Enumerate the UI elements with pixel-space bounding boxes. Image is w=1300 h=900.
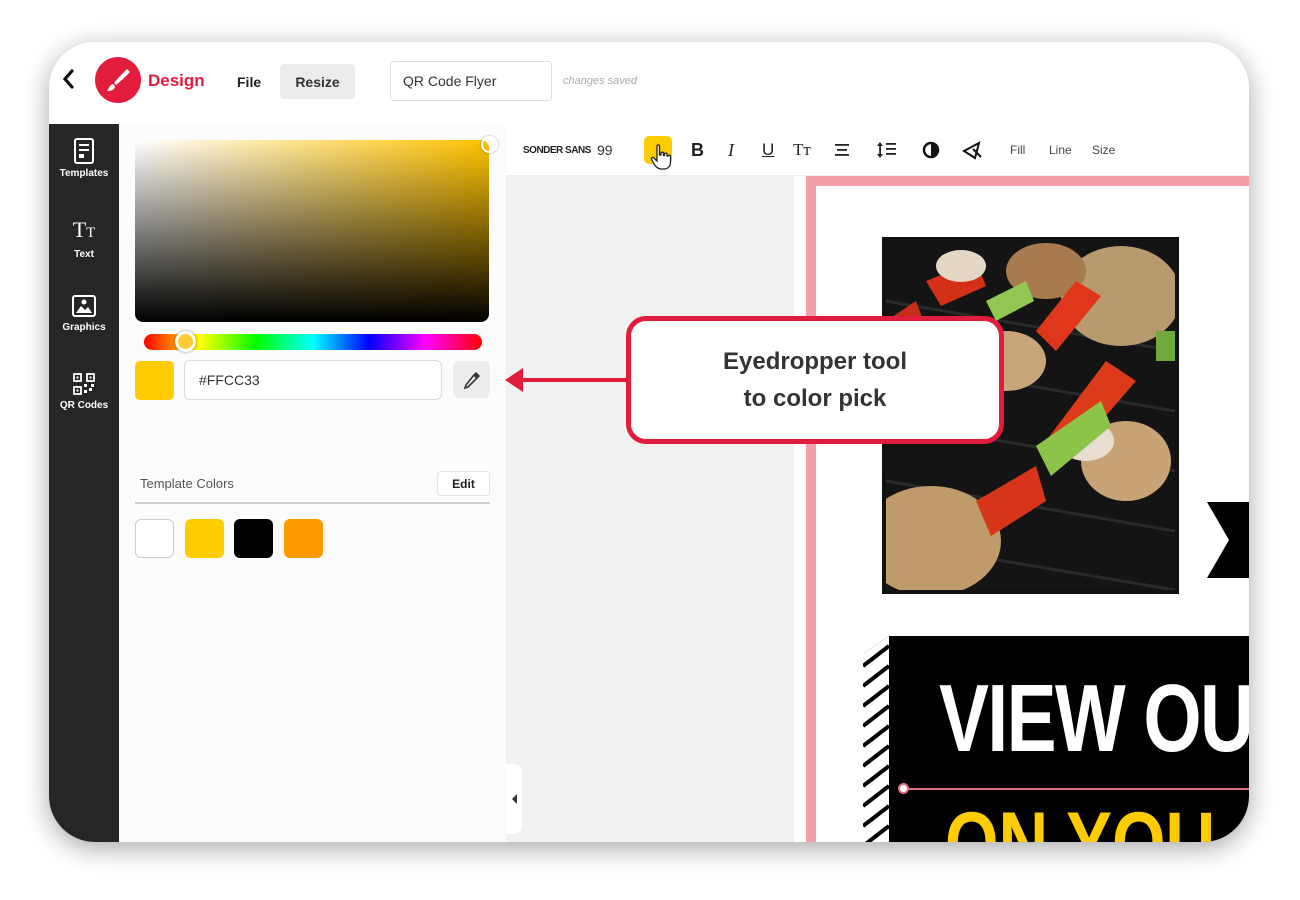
font-family-select[interactable]: SONDER SANS — [523, 124, 591, 176]
template-color-swatch-black[interactable] — [234, 519, 273, 558]
selection-handle[interactable] — [898, 783, 909, 794]
sidebar-item-label: Graphics — [62, 322, 106, 333]
template-color-swatch-orange[interactable] — [284, 519, 323, 558]
template-colors-title: Template Colors — [140, 476, 234, 491]
sidebar: Templates TT Text Graphics QR Codes — [49, 124, 119, 842]
sidebar-item-graphics[interactable]: Graphics — [49, 294, 119, 333]
callout-line-2: to color pick — [743, 385, 887, 412]
line-button[interactable]: Line — [1049, 124, 1072, 176]
text-toolbar: SONDER SANS 99 B I U Tт Fill Line Size — [506, 124, 1249, 176]
save-status: changes saved — [563, 75, 637, 87]
text-icon: TT — [72, 217, 96, 242]
text-case-button[interactable]: Tт — [793, 124, 811, 176]
eyedropper-icon — [463, 371, 480, 389]
font-size-field[interactable]: 99 — [597, 124, 613, 176]
italic-button[interactable]: I — [728, 124, 734, 176]
saturation-value-area[interactable] — [135, 140, 489, 322]
callout-arrow-line — [519, 378, 627, 382]
paintbrush-icon — [107, 69, 130, 91]
callout-arrow-head — [505, 368, 523, 392]
line-spacing-icon — [877, 142, 896, 158]
sidebar-item-label: Templates — [59, 168, 109, 179]
templates-icon — [74, 138, 94, 164]
brand-name: Design — [148, 71, 205, 90]
color-picker-panel: Template Colors Edit — [119, 124, 506, 842]
edit-template-colors-button[interactable]: Edit — [437, 471, 490, 496]
selection-outline — [903, 788, 1249, 790]
divider — [135, 502, 490, 504]
app-window: Design File Resize QR Code Flyer changes… — [49, 42, 1249, 842]
size-button[interactable]: Size — [1092, 124, 1115, 176]
underline-button[interactable]: U — [762, 124, 774, 176]
eyedropper-button[interactable] — [453, 361, 490, 398]
line-spacing-button[interactable] — [876, 124, 898, 176]
opacity-button[interactable] — [921, 124, 941, 176]
top-bar: Design File Resize QR Code Flyer changes… — [49, 42, 1249, 124]
safe-zone-label: SAFE ZONE — [821, 176, 883, 187]
contrast-icon — [922, 141, 940, 159]
callout-line-1: Eyedropper tool — [722, 347, 908, 375]
hex-color-input[interactable] — [184, 360, 442, 400]
align-button[interactable] — [833, 124, 851, 176]
back-button[interactable] — [61, 68, 75, 90]
saturation-handle[interactable] — [481, 136, 498, 153]
brand-logo[interactable] — [95, 57, 141, 103]
sidebar-item-label: Text — [74, 249, 94, 260]
sidebar-item-label: QR Codes — [59, 400, 109, 411]
heading-text-line2[interactable]: ON YOU — [945, 794, 1215, 842]
bold-button[interactable]: B — [691, 124, 704, 176]
resize-button[interactable]: Resize — [280, 64, 355, 99]
hue-slider-handle[interactable] — [175, 331, 196, 352]
graphics-icon — [72, 295, 96, 317]
sidebar-item-templates[interactable]: Templates — [49, 138, 119, 179]
align-center-icon — [835, 144, 849, 156]
text-effect-button[interactable] — [961, 124, 983, 176]
template-color-swatch-yellow[interactable] — [185, 519, 224, 558]
heading-text-line1[interactable]: VIEW OU — [939, 664, 1249, 774]
collapse-panel-button[interactable] — [506, 764, 522, 834]
chevron-left-icon — [62, 69, 74, 89]
eyedropper-callout: Eyedropper tool to color pick — [626, 316, 1004, 444]
document-name-field[interactable]: QR Code Flyer — [390, 61, 552, 101]
arrow-graphic[interactable] — [1207, 502, 1249, 578]
current-color-swatch — [135, 361, 174, 400]
fill-button[interactable]: Fill — [1010, 124, 1025, 176]
qr-code-icon — [73, 373, 95, 395]
sidebar-item-text[interactable]: TT Text — [49, 217, 119, 261]
sidebar-item-qr-codes[interactable]: QR Codes — [49, 372, 119, 411]
caret-left-icon — [512, 794, 517, 804]
text-color-button[interactable] — [644, 124, 672, 176]
template-color-swatch-white[interactable] — [135, 519, 174, 558]
file-menu[interactable]: File — [237, 74, 261, 90]
hand-pointer-icon — [650, 144, 672, 170]
text-effect-icon — [962, 141, 982, 160]
